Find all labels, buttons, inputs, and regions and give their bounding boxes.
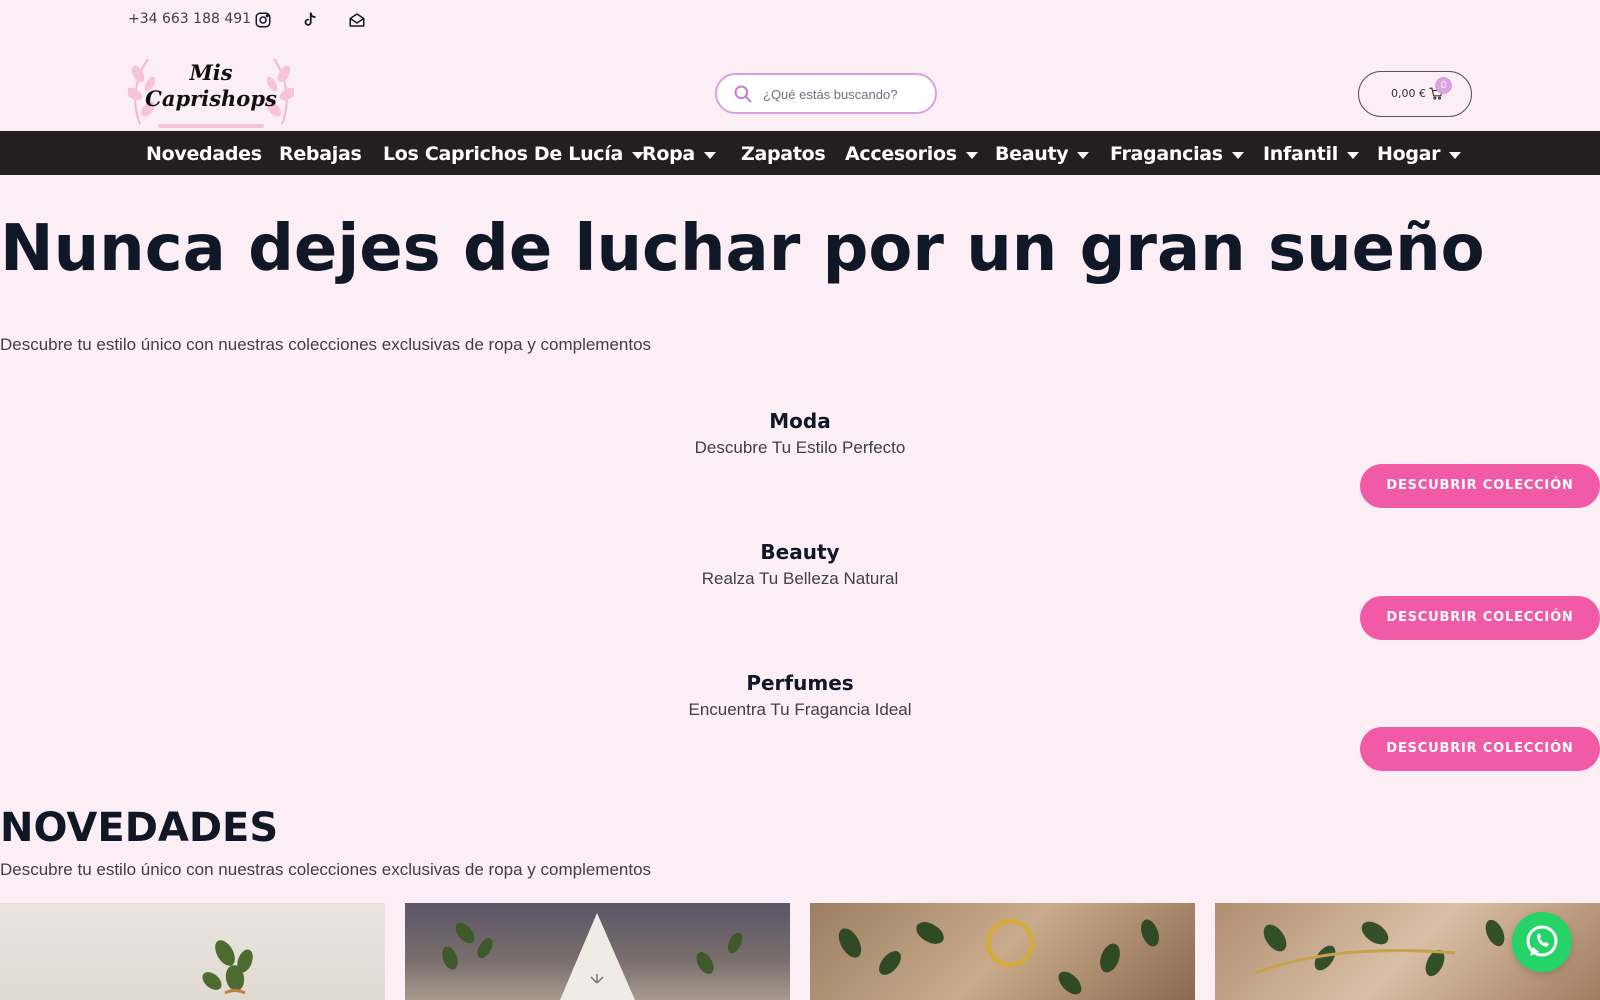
discover-collection-button-moda[interactable]: DESCUBRIR COLECCIÓN (1360, 464, 1600, 508)
nav-item-beauty[interactable]: Beauty (995, 143, 1090, 165)
caret-down-icon (965, 151, 978, 159)
search-icon[interactable] (733, 84, 753, 104)
product-image (442, 913, 743, 1000)
discover-collection-button-beauty[interactable]: DESCUBRIR COLECCIÓN (1360, 596, 1600, 640)
product-image (838, 919, 1159, 995)
cart-amount: 0,00 € (1391, 87, 1426, 100)
hero-title: Nunca dejes de luchar por un gran sueño (0, 212, 1485, 286)
discover-collection-button-perfumes[interactable]: DESCUBRIR COLECCIÓN (1360, 727, 1600, 771)
nav-item-accesorios[interactable]: Accesorios (845, 143, 978, 165)
caret-down-icon (1077, 151, 1090, 159)
search-input[interactable] (763, 81, 931, 107)
hero-subtitle: Descubre tu estilo único con nuestras co… (0, 335, 652, 354)
product-image (202, 940, 253, 995)
tiktok-icon[interactable] (301, 11, 319, 29)
caret-down-icon (1346, 151, 1359, 159)
whatsapp-icon (1526, 925, 1558, 957)
caret-down-icon (1231, 151, 1244, 159)
top-bar: +34 663 188 491 (0, 0, 1600, 40)
cart-count-badge: 0 (1435, 77, 1452, 94)
collection-title: Perfumes (746, 671, 854, 695)
collection-title: Moda (769, 409, 831, 433)
logo-text-line1: Mis (189, 60, 233, 85)
product-card-2[interactable] (405, 903, 790, 1000)
nav-item-infantil[interactable]: Infantil (1263, 143, 1359, 165)
novedades-subtitle: Descubre tu estilo único con nuestras co… (0, 860, 652, 879)
collection-title: Beauty (760, 540, 840, 564)
nav-item-ropa[interactable]: Ropa (642, 143, 716, 165)
nav-item-hogar[interactable]: Hogar (1377, 143, 1462, 165)
nav-item-rebajas[interactable]: Rebajas (279, 143, 362, 165)
search-box (715, 73, 937, 114)
collection-subtitle: Descubre Tu Estilo Perfecto (694, 438, 906, 457)
logo-text-line2: Caprishops (145, 86, 277, 111)
main-nav: Novedades Rebajas Los Caprichos De Lucía… (0, 131, 1600, 175)
collection-subtitle: Realza Tu Belleza Natural (701, 569, 899, 588)
nav-item-zapatos[interactable]: Zapatos (741, 143, 826, 165)
phone-number[interactable]: +34 663 188 491 (128, 11, 251, 27)
nav-item-los-caprichos[interactable]: Los Caprichos De Lucía (383, 143, 645, 165)
collection-subtitle: Encuentra Tu Fragancia Ideal (688, 700, 912, 719)
caret-down-icon (703, 151, 716, 159)
site-logo[interactable]: Mis Caprishops (125, 54, 297, 130)
whatsapp-chat-button[interactable] (1512, 912, 1572, 972)
product-card-3[interactable] (810, 903, 1195, 1000)
site-header: Mis Caprishops 0,00 € 0 (0, 40, 1600, 131)
caret-down-icon (1449, 151, 1462, 159)
nav-item-fragancias[interactable]: Fragancias (1110, 143, 1244, 165)
product-card-1[interactable] (0, 903, 385, 1000)
instagram-icon[interactable] (254, 11, 272, 29)
cart-button[interactable]: 0,00 € 0 (1358, 71, 1472, 117)
mail-icon[interactable] (348, 11, 366, 29)
novedades-title: NOVEDADES (0, 805, 279, 851)
nav-item-novedades[interactable]: Novedades (146, 143, 262, 165)
